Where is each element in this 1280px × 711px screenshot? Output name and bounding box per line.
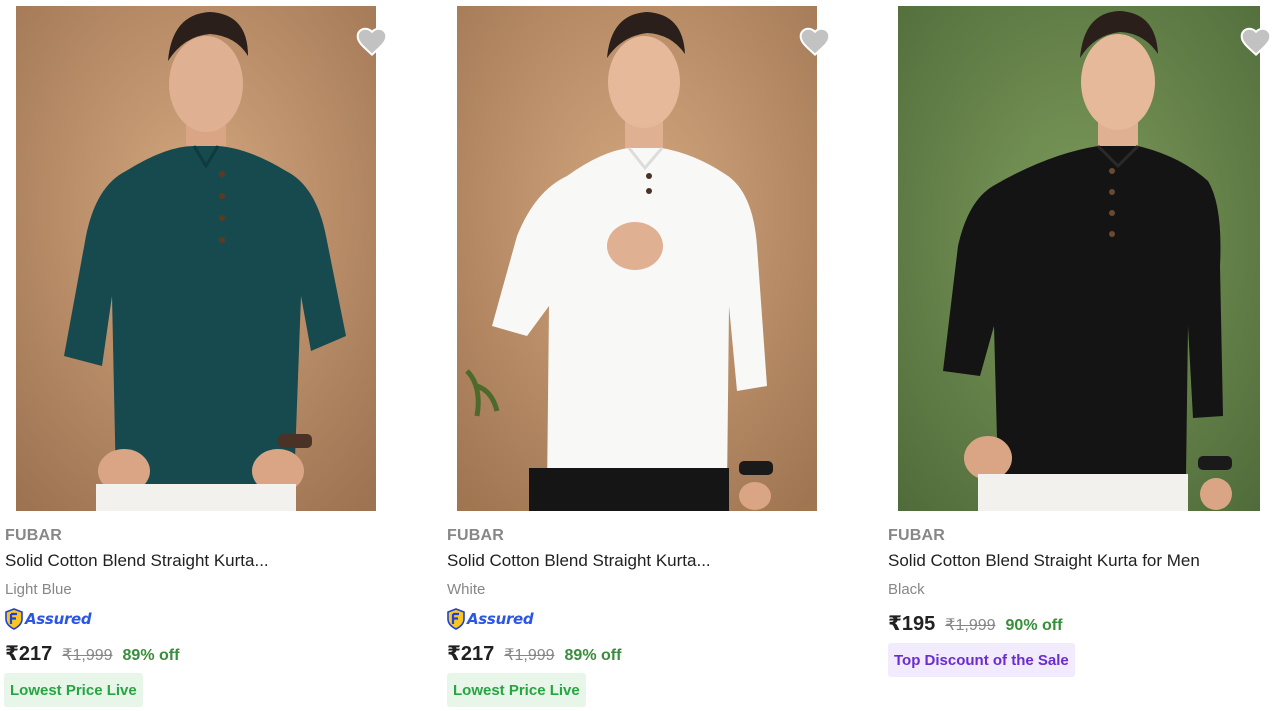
product-card[interactable]: FUBAR Solid Cotton Blend Straight Kurta.…	[0, 0, 400, 711]
product-brand: FUBAR	[447, 527, 504, 544]
product-color: Black	[888, 581, 925, 598]
selling-price: ₹217	[447, 643, 495, 665]
product-card[interactable]: FUBAR Solid Cotton Blend Straight Kurta.…	[442, 0, 842, 711]
price-row: ₹217 ₹1,999 89% off	[447, 641, 621, 666]
discount-percent: 89% off	[564, 647, 622, 664]
product-image[interactable]	[457, 6, 817, 511]
product-image[interactable]	[898, 6, 1260, 511]
wishlist-heart-icon[interactable]	[355, 26, 389, 57]
product-color: Light Blue	[5, 581, 72, 598]
product-title[interactable]: Solid Cotton Blend Straight Kurta for Me…	[888, 551, 1200, 571]
original-price: ₹1,999	[504, 647, 555, 664]
discount-percent: 89% off	[122, 647, 180, 664]
kurta-model-teal-image	[16, 6, 376, 511]
wishlist-heart-icon[interactable]	[798, 26, 832, 57]
top-discount-tag: Top Discount of the Sale	[888, 643, 1075, 677]
wishlist-heart-icon[interactable]	[1239, 26, 1273, 57]
assured-shield-icon	[447, 608, 465, 630]
kurta-model-black-image	[898, 6, 1260, 511]
product-title[interactable]: Solid Cotton Blend Straight Kurta...	[447, 551, 711, 571]
assured-badge: Assured	[4, 607, 92, 631]
product-card[interactable]: FUBAR Solid Cotton Blend Straight Kurta …	[884, 0, 1280, 711]
original-price: ₹1,999	[62, 647, 113, 664]
assured-label: Assured	[467, 610, 534, 628]
discount-percent: 90% off	[1005, 617, 1063, 634]
price-row: ₹195 ₹1,999 90% off	[888, 611, 1062, 636]
product-image[interactable]	[16, 6, 376, 511]
lowest-price-tag: Lowest Price Live	[4, 673, 143, 707]
product-brand: FUBAR	[888, 527, 945, 544]
price-row: ₹217 ₹1,999 89% off	[5, 641, 179, 666]
product-brand: FUBAR	[5, 527, 62, 544]
selling-price: ₹217	[5, 643, 53, 665]
assured-badge: Assured	[446, 607, 534, 631]
product-title[interactable]: Solid Cotton Blend Straight Kurta...	[5, 551, 269, 571]
lowest-price-tag: Lowest Price Live	[447, 673, 586, 707]
original-price: ₹1,999	[945, 617, 996, 634]
selling-price: ₹195	[888, 613, 936, 635]
product-color: White	[447, 581, 486, 598]
assured-label: Assured	[25, 610, 92, 628]
kurta-model-white-image	[457, 6, 817, 511]
assured-shield-icon	[5, 608, 23, 630]
